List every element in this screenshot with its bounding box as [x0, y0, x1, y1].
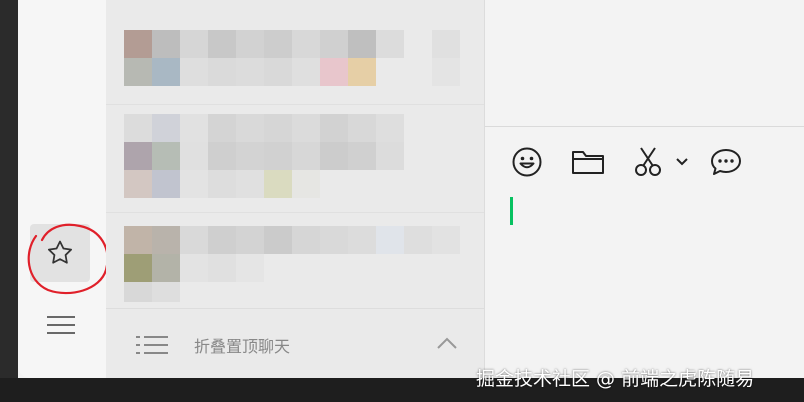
send-file-button[interactable]	[571, 147, 605, 177]
hamburger-menu-icon[interactable]	[46, 312, 76, 338]
list-item[interactable]	[124, 30, 460, 110]
pixelated-chat-preview	[124, 114, 404, 198]
fold-pinned-chats-label: 折叠置顶聊天	[194, 337, 291, 356]
left-sidebar	[18, 0, 109, 378]
message-history-area	[485, 0, 804, 127]
message-input-area[interactable]	[485, 127, 804, 378]
pixelated-chat-preview	[124, 226, 460, 302]
star-icon	[48, 240, 72, 264]
screenshot-button[interactable]	[633, 147, 663, 177]
divider	[106, 104, 484, 105]
smiley-icon	[512, 147, 542, 177]
fold-pinned-chats-bar[interactable]: 折叠置顶聊天	[106, 308, 484, 379]
chat-list: 折叠置顶聊天	[106, 0, 485, 379]
scissors-icon	[635, 147, 661, 176]
list-item[interactable]	[124, 114, 460, 198]
favorites-button[interactable]	[30, 224, 90, 282]
chevron-up-icon[interactable]	[436, 335, 458, 351]
watermark-text: 掘金技术社区 @ 前端之虎陈随易	[476, 368, 755, 390]
divider	[106, 212, 484, 213]
emoji-button[interactable]	[511, 147, 543, 177]
chat-history-button[interactable]	[709, 147, 743, 177]
list-icon	[136, 336, 168, 354]
app-window: 折叠置顶聊天	[0, 0, 804, 379]
pixelated-chat-preview	[124, 30, 460, 86]
list-item[interactable]	[124, 226, 460, 306]
folder-icon	[572, 151, 604, 174]
text-cursor	[510, 197, 513, 225]
chat-bubble-icon	[711, 149, 741, 175]
desktop-edge-left	[0, 0, 18, 402]
chevron-down-icon	[676, 158, 688, 166]
screenshot-options-button[interactable]	[675, 147, 689, 177]
